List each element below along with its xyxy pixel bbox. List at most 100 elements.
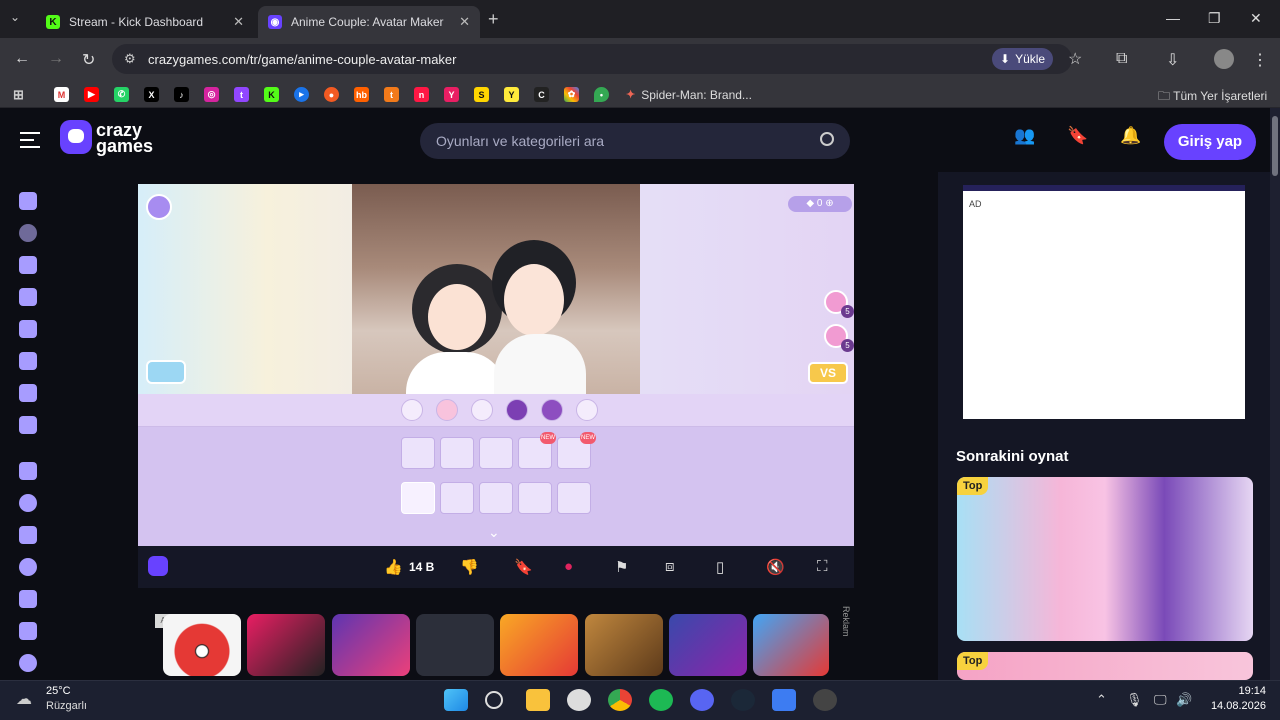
reload-icon[interactable]: ↻ (82, 50, 95, 70)
search-icon[interactable] (820, 132, 834, 146)
recent-icon[interactable] (19, 224, 37, 242)
extensions-icon[interactable]: ⧉ (1116, 50, 1127, 68)
right-ad-box[interactable]: AD (963, 185, 1245, 419)
twitch-icon[interactable]: t (234, 87, 249, 102)
bookmark-play-icon[interactable]: ▸ (294, 87, 309, 102)
leaderboard-icon[interactable] (19, 416, 37, 434)
save-bookmark-icon[interactable]: 🔖 (514, 558, 533, 576)
search-input[interactable]: Oyunları ve kategorileri ara (420, 123, 850, 159)
puzzle-icon[interactable] (19, 526, 37, 544)
fullscreen-icon[interactable]: ⛶ (817, 558, 828, 575)
updated-icon[interactable] (19, 320, 37, 338)
url-text[interactable]: crazygames.com/tr/game/anime-couple-avat… (148, 52, 457, 67)
action-icon[interactable] (19, 462, 37, 480)
embed-icon[interactable]: ⧈ (665, 558, 675, 575)
start-icon[interactable] (444, 689, 468, 711)
close-window-icon[interactable]: ✕ (1250, 10, 1262, 27)
tab-kick-dashboard[interactable]: K Stream - Kick Dashboard ✕ (36, 6, 254, 38)
youtube-icon[interactable]: ▶ (84, 87, 99, 102)
search-taskbar-icon[interactable] (485, 691, 503, 709)
home-icon[interactable] (19, 192, 37, 210)
game-home-button[interactable] (146, 194, 172, 220)
site-logo-text[interactable]: crazy games (96, 121, 153, 155)
new-tab-icon[interactable]: + (488, 9, 499, 30)
kick-icon[interactable]: K (264, 87, 279, 102)
star-icon[interactable]: ☆ (1068, 49, 1082, 69)
steam-icon[interactable] (731, 689, 755, 711)
page-scrollbar[interactable] (1270, 108, 1280, 680)
random-button[interactable]: 5 (824, 290, 854, 318)
bookmark-red-icon[interactable]: n (414, 87, 429, 102)
originals-icon[interactable] (19, 352, 37, 370)
downloads-icon[interactable]: ⇩ (1166, 50, 1179, 70)
login-button[interactable]: Giriş yap (1164, 124, 1256, 160)
bell-icon[interactable]: 🔔 (1119, 126, 1143, 150)
chrome-icon[interactable] (608, 689, 632, 711)
sports-icon[interactable] (19, 558, 37, 576)
menu-icon[interactable]: ⋮ (1252, 50, 1268, 70)
close-icon[interactable]: ✕ (233, 14, 244, 30)
add-gem-icon[interactable]: ⊕ (825, 198, 833, 209)
crazygames-logo-icon[interactable] (60, 120, 92, 154)
clock-date[interactable]: 14.08.2026 (1200, 700, 1266, 712)
profile-avatar[interactable] (1214, 49, 1234, 69)
close-icon[interactable]: ✕ (459, 14, 470, 30)
friends-icon[interactable]: 👥 (1013, 126, 1037, 150)
mobile-icon[interactable]: ▯ (716, 558, 724, 576)
weather-icon[interactable]: ☁ (16, 689, 32, 709)
vs-button[interactable]: VS (808, 362, 848, 384)
app-gear-icon[interactable] (813, 689, 837, 711)
bookmark-icon[interactable]: 🔖 (1066, 126, 1090, 150)
crazygames-small-icon[interactable] (148, 556, 168, 576)
app-blue-icon[interactable] (772, 689, 796, 711)
driving-icon[interactable] (19, 654, 37, 672)
eye-option[interactable] (518, 482, 552, 514)
dislike-icon[interactable]: 👎 (460, 558, 479, 576)
photos-icon[interactable]: ✿ (564, 87, 579, 102)
tab-face-shape[interactable] (401, 399, 423, 421)
eye-option[interactable] (479, 482, 513, 514)
report-icon[interactable]: ⚑ (615, 558, 628, 576)
install-button[interactable]: ⬇ Yükle (992, 48, 1054, 70)
discord-icon[interactable] (690, 689, 714, 711)
trendyol-icon[interactable]: t (384, 87, 399, 102)
weather-temp[interactable]: 25°C (46, 685, 71, 697)
eye-option[interactable] (557, 482, 591, 514)
bookmark-y2-icon[interactable]: Y (504, 87, 519, 102)
trending-icon[interactable] (19, 288, 37, 306)
weather-desc[interactable]: Rüzgarlı (46, 700, 87, 712)
ad-tiles[interactable] (332, 614, 410, 676)
new-icon[interactable] (19, 256, 37, 274)
reset-button[interactable]: 5 (824, 324, 854, 352)
bookmark-s-icon[interactable]: S (474, 87, 489, 102)
address-bar[interactable]: ⚙ crazygames.com/tr/game/anime-couple-av… (112, 44, 1082, 74)
swap-characters-button[interactable] (146, 360, 186, 384)
bookmark-y-icon[interactable]: Y (444, 87, 459, 102)
ad-pokemon[interactable] (163, 614, 241, 676)
tray-chevron-icon[interactable]: ⌃ (1096, 692, 1107, 708)
tab-head[interactable] (471, 399, 493, 421)
eye-option[interactable] (440, 437, 474, 469)
next-game-thumbnail[interactable]: Top (957, 652, 1253, 680)
clock-time[interactable]: 19:14 (1222, 685, 1266, 697)
apps-icon[interactable]: ⊞ (11, 87, 26, 102)
like-icon[interactable]: 👍 (384, 558, 403, 576)
spotify-icon[interactable] (649, 689, 673, 711)
maximize-icon[interactable]: ❐ (1208, 10, 1221, 27)
hepsiburada-icon[interactable]: hb (354, 87, 369, 102)
forward-icon[interactable]: → (48, 50, 64, 68)
clicker-icon[interactable] (19, 590, 37, 608)
collection-icon[interactable]: ● (564, 558, 573, 575)
site-info-icon[interactable]: ⚙ (124, 51, 136, 67)
tab-anime-couple[interactable]: ◉ Anime Couple: Avatar Maker ✕ (258, 6, 480, 38)
word-icon[interactable] (19, 622, 37, 640)
mute-icon[interactable]: 🔇 (766, 558, 785, 576)
eye-option[interactable] (401, 437, 435, 469)
ad-fruit-ninja[interactable] (500, 614, 578, 676)
bookmark-spider[interactable]: ✦ Spider-Man: Brand... (626, 87, 752, 102)
obs-icon[interactable] (567, 689, 591, 711)
tiktok-icon[interactable]: ♪ (174, 87, 189, 102)
ad-shooter[interactable] (669, 614, 747, 676)
ad-beauty[interactable] (247, 614, 325, 676)
x-icon[interactable]: X (144, 87, 159, 102)
